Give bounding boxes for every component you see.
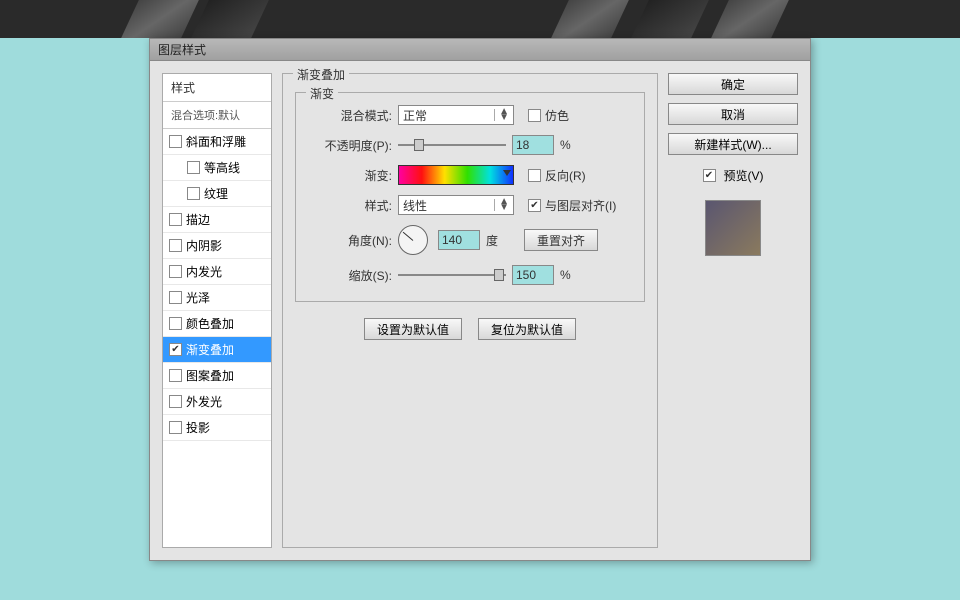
gradient-group: 渐变 混合模式: 正常 ▲▼ 仿色 不透明度(P): — [295, 92, 645, 302]
effect-label: 投影 — [186, 419, 210, 436]
blend-mode-label: 混合模式: — [306, 107, 392, 124]
effect-item[interactable]: 内发光 — [163, 259, 271, 285]
effect-item[interactable]: 内阴影 — [163, 233, 271, 259]
effect-item[interactable]: 投影 — [163, 415, 271, 441]
degree-label: 度 — [486, 232, 498, 249]
effect-checkbox[interactable] — [169, 265, 182, 278]
effect-label: 光泽 — [186, 289, 210, 306]
styles-list: 样式 混合选项:默认 斜面和浮雕等高线纹理描边内阴影内发光光泽颜色叠加渐变叠加图… — [162, 73, 272, 548]
angle-dial[interactable] — [398, 225, 428, 255]
opacity-input[interactable]: 18 — [512, 135, 554, 155]
chevron-down-icon — [503, 170, 511, 176]
align-checkbox[interactable] — [528, 199, 541, 212]
effect-label: 颜色叠加 — [186, 315, 234, 332]
dither-checkbox[interactable] — [528, 109, 541, 122]
effect-item[interactable]: 外发光 — [163, 389, 271, 415]
group-title: 渐变叠加 — [293, 66, 349, 83]
reset-align-button[interactable]: 重置对齐 — [524, 229, 598, 251]
make-default-button[interactable]: 设置为默认值 — [364, 318, 462, 340]
gradient-picker[interactable] — [398, 165, 514, 185]
dialog-title: 图层样式 — [158, 41, 206, 58]
gradient-overlay-panel: 渐变叠加 渐变 混合模式: 正常 ▲▼ 仿色 不透明度(P): — [282, 73, 658, 548]
effect-item[interactable]: 颜色叠加 — [163, 311, 271, 337]
style-select[interactable]: 线性 ▲▼ — [398, 195, 514, 215]
new-style-button[interactable]: 新建样式(W)... — [668, 133, 798, 155]
chevron-down-icon: ▲▼ — [494, 199, 509, 211]
effect-checkbox[interactable] — [169, 343, 182, 356]
scale-input[interactable]: 150 — [512, 265, 554, 285]
effect-item[interactable]: 图案叠加 — [163, 363, 271, 389]
opacity-label: 不透明度(P): — [306, 137, 392, 154]
reset-default-button[interactable]: 复位为默认值 — [478, 318, 576, 340]
effect-item[interactable]: 斜面和浮雕 — [163, 129, 271, 155]
style-label: 样式: — [306, 197, 392, 214]
effect-label: 图案叠加 — [186, 367, 234, 384]
preview-label: 预览(V) — [724, 167, 764, 184]
preview-checkbox[interactable] — [703, 169, 716, 182]
effect-label: 渐变叠加 — [186, 341, 234, 358]
effect-label: 等高线 — [204, 159, 240, 176]
effect-item[interactable]: 纹理 — [163, 181, 271, 207]
align-label: 与图层对齐(I) — [545, 197, 616, 214]
scale-slider[interactable] — [398, 268, 506, 282]
effect-item[interactable]: 描边 — [163, 207, 271, 233]
layer-style-dialog: 图层样式 样式 混合选项:默认 斜面和浮雕等高线纹理描边内阴影内发光光泽颜色叠加… — [149, 38, 811, 561]
effect-checkbox[interactable] — [169, 421, 182, 434]
effect-checkbox[interactable] — [169, 291, 182, 304]
effect-checkbox[interactable] — [187, 161, 200, 174]
effect-label: 外发光 — [186, 393, 222, 410]
dither-label: 仿色 — [545, 107, 569, 124]
background-bar — [0, 0, 960, 38]
effect-checkbox[interactable] — [169, 369, 182, 382]
effect-checkbox[interactable] — [169, 135, 182, 148]
effect-item[interactable]: 渐变叠加 — [163, 337, 271, 363]
opacity-slider[interactable] — [398, 138, 506, 152]
effect-label: 内阴影 — [186, 237, 222, 254]
blending-options-item[interactable]: 混合选项:默认 — [163, 102, 271, 129]
effect-checkbox[interactable] — [187, 187, 200, 200]
reverse-checkbox[interactable] — [528, 169, 541, 182]
preview-swatch — [705, 200, 761, 256]
scale-label: 缩放(S): — [306, 267, 392, 284]
effect-item[interactable]: 光泽 — [163, 285, 271, 311]
dialog-buttons: 确定 取消 新建样式(W)... 预览(V) — [668, 73, 798, 548]
effect-label: 纹理 — [204, 185, 228, 202]
chevron-down-icon: ▲▼ — [494, 109, 509, 121]
gradient-label: 渐变: — [306, 167, 392, 184]
reverse-label: 反向(R) — [545, 167, 586, 184]
effect-item[interactable]: 等高线 — [163, 155, 271, 181]
dialog-titlebar[interactable]: 图层样式 — [150, 39, 810, 61]
effect-checkbox[interactable] — [169, 317, 182, 330]
angle-label: 角度(N): — [306, 232, 392, 249]
ok-button[interactable]: 确定 — [668, 73, 798, 95]
effect-label: 斜面和浮雕 — [186, 133, 246, 150]
cancel-button[interactable]: 取消 — [668, 103, 798, 125]
angle-input[interactable]: 140 — [438, 230, 480, 250]
effect-checkbox[interactable] — [169, 395, 182, 408]
effect-checkbox[interactable] — [169, 239, 182, 252]
styles-header[interactable]: 样式 — [163, 74, 271, 102]
blend-mode-select[interactable]: 正常 ▲▼ — [398, 105, 514, 125]
gradient-subtitle: 渐变 — [306, 85, 338, 102]
effect-label: 描边 — [186, 211, 210, 228]
effect-label: 内发光 — [186, 263, 222, 280]
effect-checkbox[interactable] — [169, 213, 182, 226]
